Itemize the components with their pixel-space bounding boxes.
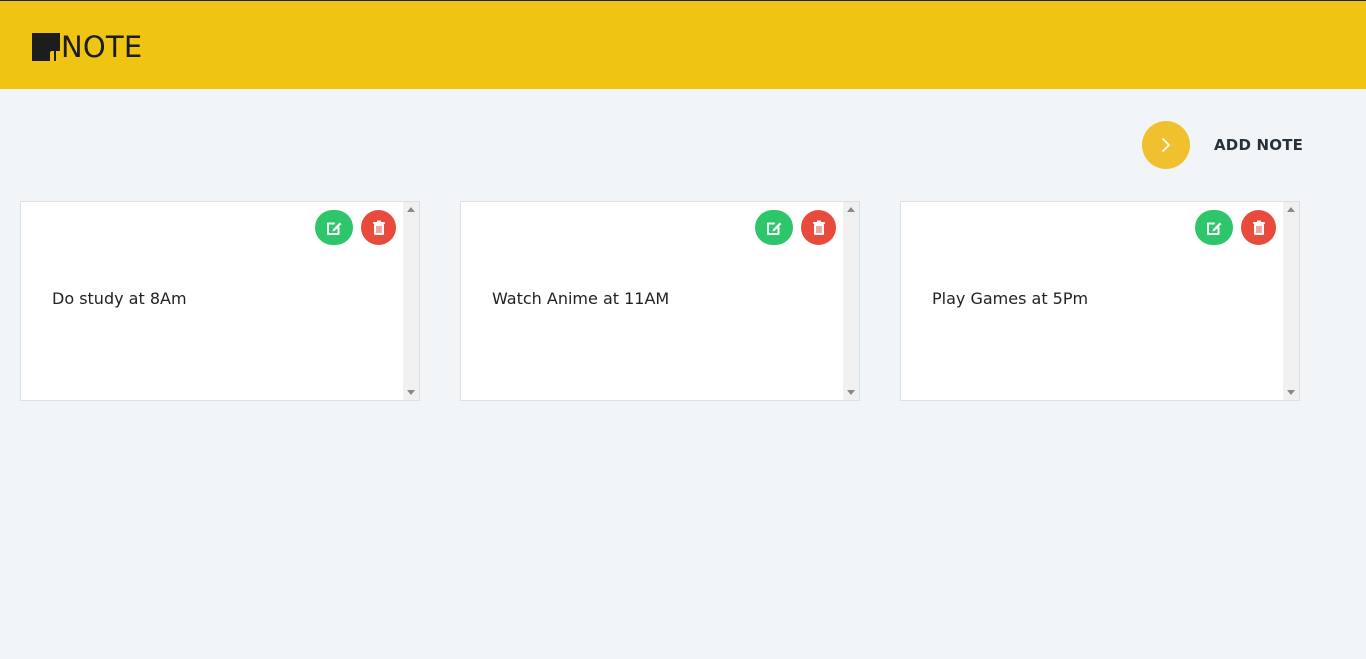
note-scrollbar[interactable] — [843, 202, 859, 400]
edit-icon — [765, 219, 783, 237]
scroll-up-icon[interactable] — [1287, 207, 1295, 212]
note-card: Do study at 8Am — [20, 201, 420, 401]
note-text: Do study at 8Am — [52, 289, 187, 308]
note-scrollbar[interactable] — [1283, 202, 1299, 400]
note-scrollbar[interactable] — [403, 202, 419, 400]
scroll-up-icon[interactable] — [847, 207, 855, 212]
note-card: Watch Anime at 11AM — [460, 201, 860, 401]
add-note-circle[interactable] — [1142, 121, 1190, 169]
note-content-area[interactable]: Watch Anime at 11AM — [461, 202, 843, 400]
edit-icon — [1205, 219, 1223, 237]
delete-button[interactable] — [801, 210, 836, 245]
edit-button[interactable] — [1195, 210, 1233, 245]
edit-button[interactable] — [315, 210, 353, 245]
chevron-right-icon — [1159, 136, 1173, 154]
scroll-down-icon[interactable] — [1287, 390, 1295, 395]
trash-icon — [811, 219, 827, 237]
add-note-button[interactable]: ADD NOTE — [1142, 121, 1303, 169]
delete-button[interactable] — [361, 210, 396, 245]
note-content-area[interactable]: Do study at 8Am — [21, 202, 403, 400]
edit-button[interactable] — [755, 210, 793, 245]
note-card: Play Games at 5Pm — [900, 201, 1300, 401]
trash-icon — [371, 219, 387, 237]
edit-icon — [325, 219, 343, 237]
note-text: Watch Anime at 11AM — [492, 289, 670, 308]
app-logo[interactable]: NOTE — [32, 32, 142, 62]
note-logo-icon — [32, 33, 60, 61]
app-title: NOTE — [61, 30, 143, 64]
scroll-down-icon[interactable] — [847, 390, 855, 395]
delete-button[interactable] — [1241, 210, 1276, 245]
app-header: NOTE — [0, 1, 1366, 89]
scroll-up-icon[interactable] — [407, 207, 415, 212]
trash-icon — [1251, 219, 1267, 237]
note-content-area[interactable]: Play Games at 5Pm — [901, 202, 1283, 400]
scroll-down-icon[interactable] — [407, 390, 415, 395]
note-text: Play Games at 5Pm — [932, 289, 1089, 308]
add-note-label[interactable]: ADD NOTE — [1214, 136, 1303, 154]
